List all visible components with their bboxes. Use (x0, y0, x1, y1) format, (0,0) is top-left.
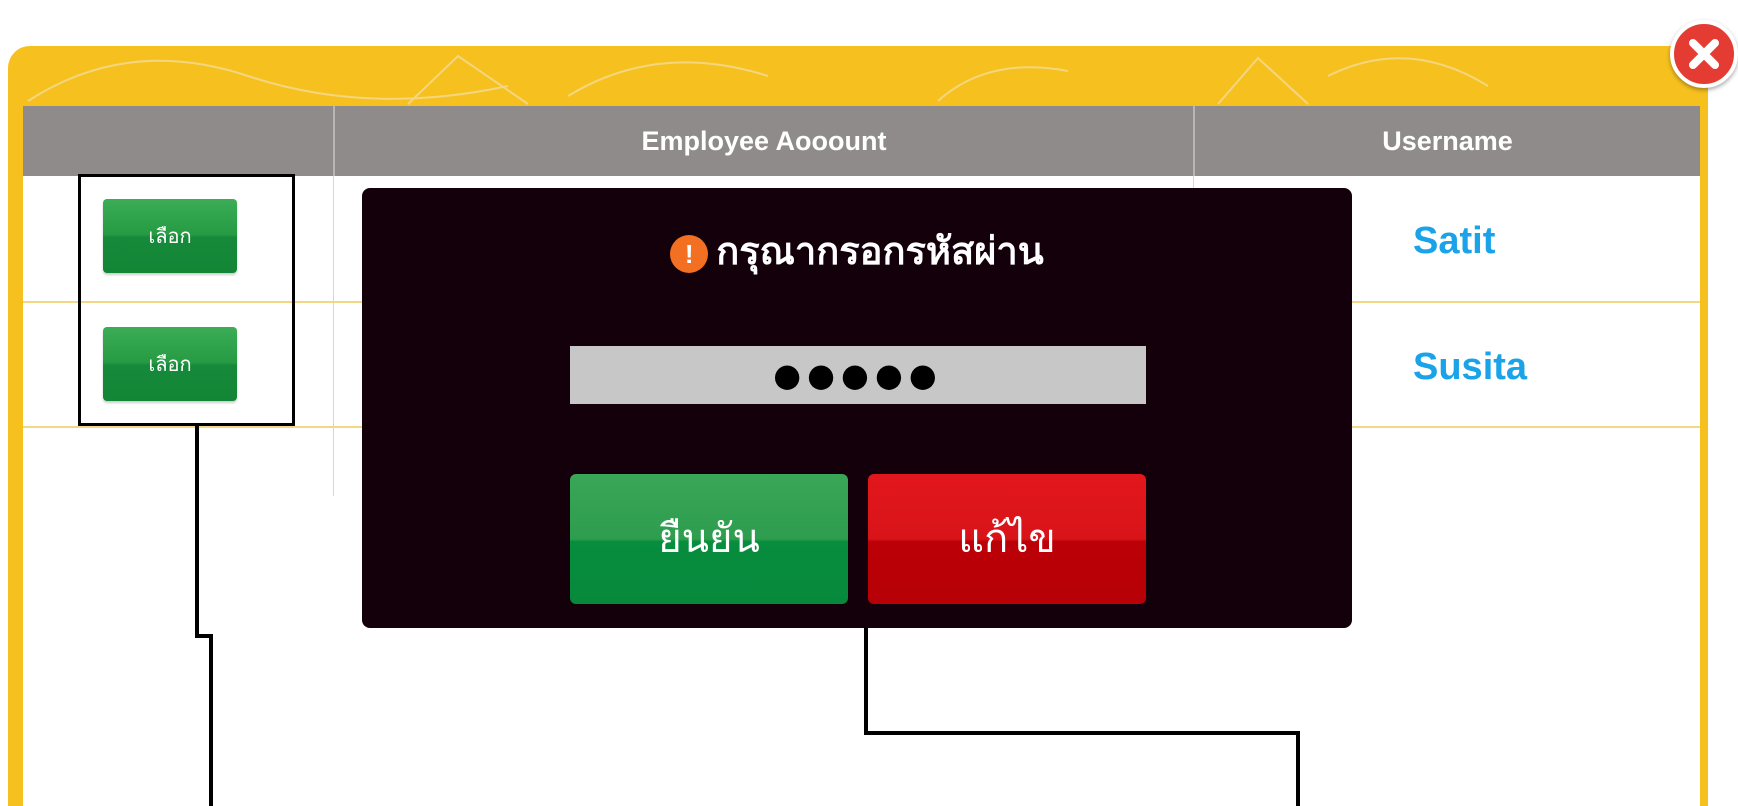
annotation-line (864, 731, 1300, 735)
password-dialog: !กรุณากรอกรหัสผ่าน ยืนยัน แก้ไข (362, 188, 1352, 628)
dialog-title-text: กรุณากรอกรหัสผ่าน (716, 229, 1044, 273)
username-row-2: Susita (1413, 346, 1528, 388)
edit-button[interactable]: แก้ไข (868, 474, 1146, 604)
password-input[interactable] (570, 346, 1146, 404)
annotation-box (78, 174, 295, 426)
close-icon[interactable] (1670, 20, 1738, 88)
frame-decoration (27, 54, 1489, 105)
header-cell-username: Username (1382, 126, 1513, 156)
username-row-1: Satit (1413, 220, 1496, 262)
confirm-button[interactable]: ยืนยัน (570, 474, 848, 604)
column-divider (333, 176, 334, 496)
annotation-line (1296, 731, 1300, 806)
header-cell-employee-account: Employee Aooount (641, 126, 887, 156)
table-header: Employee Aooount Username (23, 106, 1700, 176)
annotation-line (195, 426, 199, 636)
annotation-line (209, 634, 213, 806)
header-cell-action (23, 106, 333, 176)
annotation-line (864, 628, 868, 734)
dialog-title: ! กรุณากรอกรหัสผ่าน (362, 220, 1352, 281)
warning-icon: ! (670, 234, 709, 273)
